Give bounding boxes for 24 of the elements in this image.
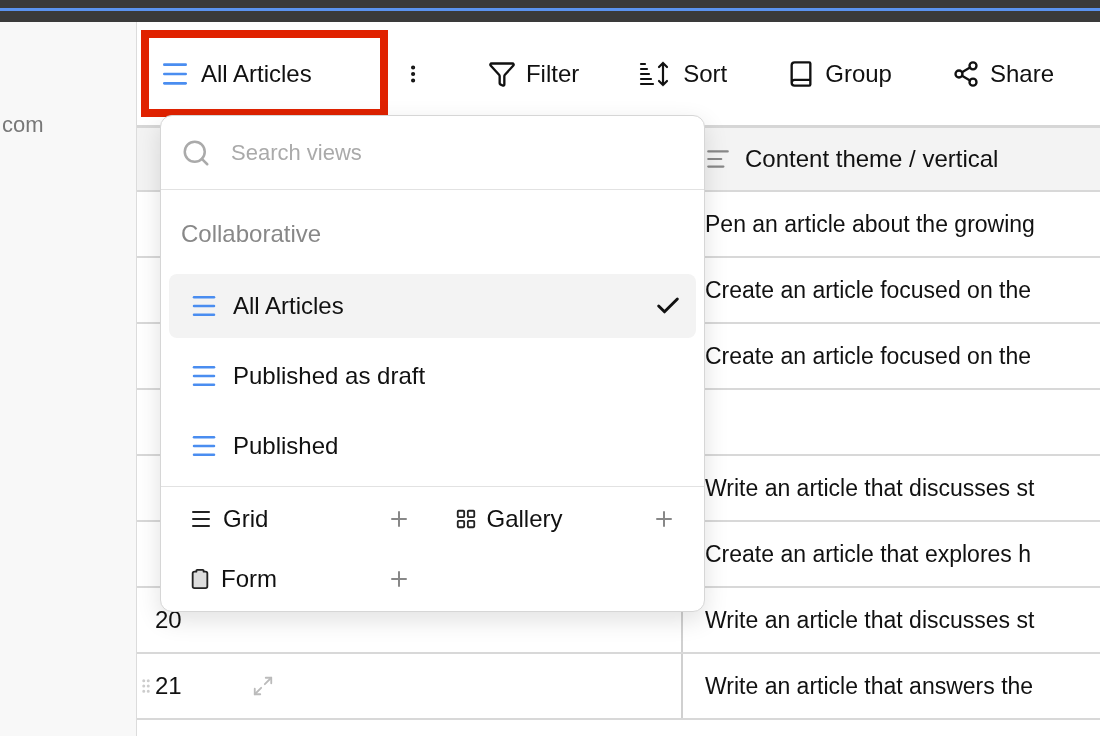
group-button[interactable]: Group [787, 55, 892, 92]
row-number: 20 [155, 605, 182, 635]
filter-button[interactable]: Filter [487, 55, 580, 92]
view-button[interactable]: All Articles [151, 49, 320, 98]
create-view-button[interactable]: Gallery [454, 501, 676, 537]
table-cell-text: Write an article that discusses st [705, 605, 1035, 635]
search-field[interactable]: Search views [231, 136, 631, 169]
table-cell-text: Create an article focused on the [705, 275, 1032, 305]
sidebar-text: com [1, 112, 44, 137]
column-header[interactable]: Content theme / vertical [683, 128, 1100, 190]
view-item[interactable]: Published as draft [169, 344, 696, 408]
table-cell-text: Pen an article about the growing [705, 209, 1035, 239]
create-view-button[interactable]: Form [189, 561, 411, 597]
share-button[interactable]: Share [951, 55, 1054, 92]
row-number: 21 [155, 671, 182, 701]
create-view-button[interactable]: Grid [189, 501, 411, 537]
sort-button[interactable]: Sort [639, 55, 728, 92]
table-cell-text: Write an article that discusses st [705, 473, 1035, 503]
table-cell-text: Write an article that answers the [705, 671, 1034, 701]
view-item[interactable]: Published [169, 414, 696, 478]
table-cell-text: Create an article that explores h [705, 539, 1031, 569]
section-label: Collaborative [180, 219, 323, 249]
table-cell-text: Create an article focused on the [705, 341, 1032, 371]
view-item[interactable]: All Articles [169, 274, 696, 338]
